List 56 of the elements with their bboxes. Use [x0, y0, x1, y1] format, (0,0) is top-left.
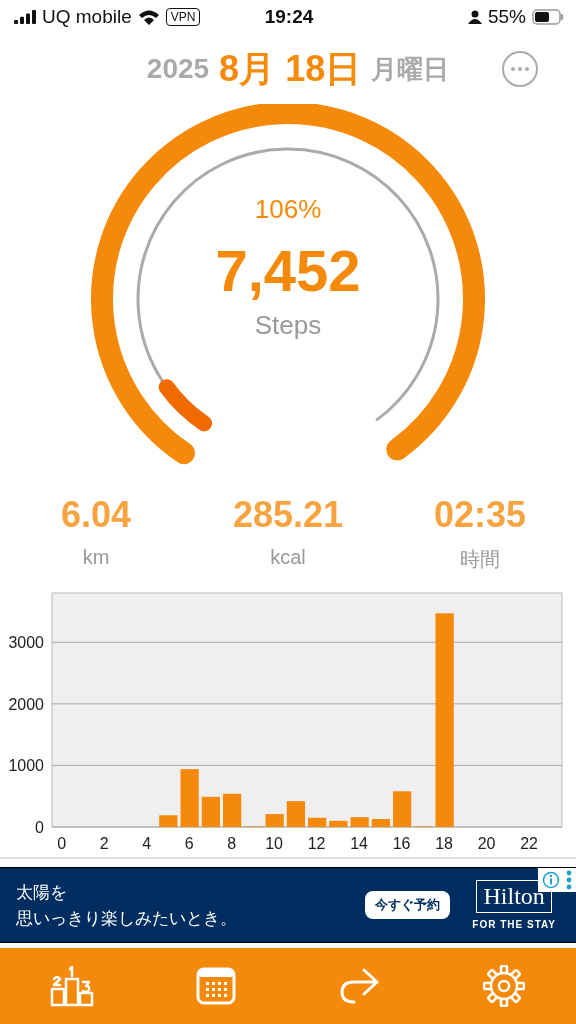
bar — [308, 817, 327, 827]
x-tick-label: 12 — [307, 835, 326, 852]
x-tick-label: 18 — [435, 835, 453, 852]
clock-time: 19:24 — [264, 6, 314, 28]
podium-icon — [50, 965, 94, 1007]
weekday-label: 月曜日 — [371, 52, 450, 86]
goal-percent: 106% — [254, 194, 322, 225]
bar — [223, 793, 242, 827]
x-tick-label: 4 — [142, 835, 152, 852]
stat-unit: kcal — [270, 546, 306, 569]
step-count: 7,452 — [215, 237, 361, 304]
book-now-button[interactable]: 今すぐ予約 — [365, 891, 451, 919]
x-tick-label: 2 — [99, 835, 109, 852]
year-label: 2025 — [146, 53, 210, 85]
bar — [350, 817, 369, 827]
person-icon — [468, 10, 482, 24]
ad-headline: 思いっきり楽しみたいとき。 — [16, 907, 238, 930]
more-button[interactable] — [502, 51, 538, 87]
battery-percent: 55% — [488, 6, 526, 28]
y-tick-label: 2000 — [8, 695, 44, 713]
y-tick-label: 3000 — [8, 634, 44, 652]
battery-icon — [532, 9, 564, 25]
bar — [329, 820, 348, 827]
share-arrow-icon — [340, 968, 380, 1004]
bar — [159, 815, 178, 827]
x-tick-label: 22 — [520, 835, 538, 852]
y-tick-label: 1000 — [8, 757, 44, 775]
stat-value: 285.21 — [232, 494, 344, 536]
wifi-icon — [137, 9, 160, 25]
signal-icon — [14, 10, 36, 24]
x-tick-label: 0 — [57, 835, 67, 852]
brand-tagline: FOR THE STAY — [472, 919, 556, 930]
x-tick-label: 14 — [350, 835, 368, 852]
x-tick-label: 6 — [184, 835, 194, 852]
steps-unit: Steps — [254, 310, 322, 341]
vpn-badge: VPN — [165, 8, 201, 26]
bar — [371, 819, 390, 827]
x-tick-label: 16 — [392, 835, 411, 852]
bar — [393, 791, 412, 827]
x-tick-label: 8 — [227, 835, 237, 852]
info-icon[interactable] — [542, 871, 560, 889]
stat-value: 6.04 — [60, 494, 132, 536]
calendar-icon — [196, 967, 236, 1005]
settings-icon — [483, 965, 525, 1007]
x-tick-label: 10 — [265, 835, 283, 852]
ad-banner[interactable]: 太陽を 思いっきり楽しみたいとき。 今すぐ予約 Hilton FOR THE STAY — [0, 867, 576, 943]
inner-progress-ring — [158, 379, 213, 432]
y-tick-label: 0 — [35, 819, 44, 836]
stat-value: 02:35 — [433, 494, 527, 536]
date-label: 8月 18日 — [219, 46, 362, 91]
stat-unit: 時間 — [460, 547, 500, 572]
stat-unit: km — [82, 546, 110, 569]
kebab-menu-icon[interactable] — [566, 870, 572, 890]
carrier-name: UQ mobile — [42, 6, 132, 28]
x-tick-label: 20 — [477, 835, 496, 852]
ad-headline: 太陽を — [16, 881, 68, 904]
